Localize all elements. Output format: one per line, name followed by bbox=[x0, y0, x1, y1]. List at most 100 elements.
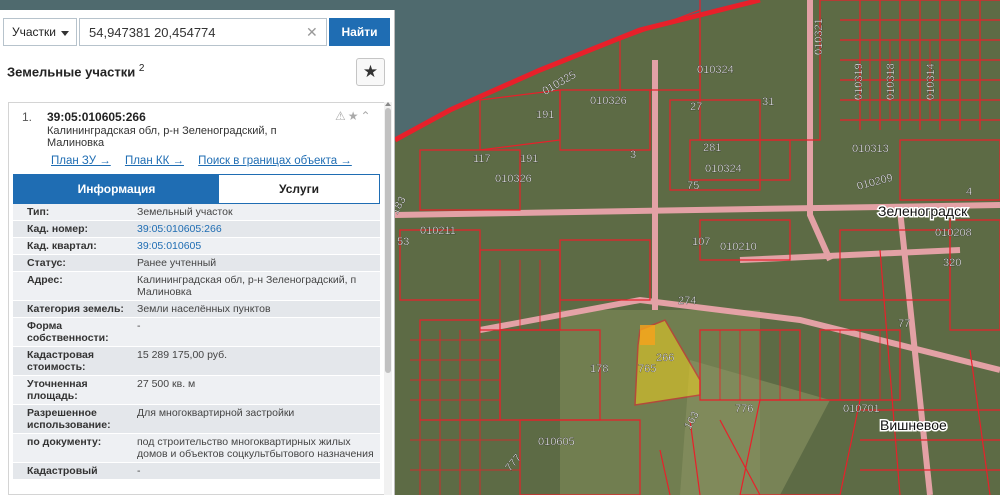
svg-text:320: 320 bbox=[943, 257, 961, 269]
find-button[interactable]: Найти bbox=[329, 18, 390, 46]
card-actions: ⚠★⌃ bbox=[335, 109, 373, 123]
svg-text:010210: 010210 bbox=[720, 241, 757, 253]
result-count: 2 bbox=[138, 63, 145, 74]
result-address: Калининградская обл, р-н Зеленоградский,… bbox=[47, 125, 277, 149]
svg-text:010208: 010208 bbox=[935, 227, 972, 239]
table-row: Форма собственности: - bbox=[13, 318, 380, 347]
svg-text:107: 107 bbox=[692, 236, 710, 248]
star-icon: ★ bbox=[362, 62, 379, 81]
svg-text:776: 776 bbox=[735, 403, 753, 415]
row-key: Тип: bbox=[27, 206, 50, 218]
table-row: Кад. номер: 39:05:010605:266 bbox=[13, 221, 380, 238]
svg-text:77: 77 bbox=[898, 318, 910, 330]
svg-text:010211: 010211 bbox=[420, 225, 456, 237]
svg-text:4: 4 bbox=[966, 186, 972, 198]
row-key: Форма собственности: bbox=[27, 320, 109, 344]
row-value: Для многоквартирной застройки bbox=[137, 407, 295, 419]
row-key: Кад. номер: bbox=[27, 223, 89, 235]
svg-text:Вишневое: Вишневое bbox=[880, 417, 947, 433]
plan-kk-link[interactable]: План КК → bbox=[125, 155, 184, 167]
star-icon[interactable]: ★ bbox=[348, 109, 361, 123]
svg-text:010605: 010605 bbox=[538, 436, 575, 448]
tab-services[interactable]: Услуги bbox=[219, 175, 379, 203]
coordinates-search-input[interactable] bbox=[79, 18, 327, 46]
svg-text:010324: 010324 bbox=[705, 163, 742, 175]
svg-text:191: 191 bbox=[536, 109, 554, 121]
svg-text:75: 75 bbox=[687, 180, 699, 192]
table-row: Адрес: Калининградская обл, р-н Зеленогра… bbox=[13, 272, 380, 301]
chevron-down-icon bbox=[61, 31, 69, 36]
row-key: Кад. квартал: bbox=[27, 240, 97, 252]
row-value: - bbox=[137, 465, 141, 477]
table-row: Категория земель: Земли населённых пункто… bbox=[13, 301, 380, 318]
table-row: Кадастровый - bbox=[13, 463, 380, 480]
svg-text:010313: 010313 bbox=[852, 143, 889, 155]
svg-text:010319: 010319 bbox=[853, 63, 865, 100]
row-value: Земли населённых пунктов bbox=[137, 303, 271, 315]
svg-text:117: 117 bbox=[473, 153, 491, 165]
svg-text:27: 27 bbox=[690, 101, 702, 113]
svg-text:010701: 010701 bbox=[843, 403, 880, 415]
clear-icon[interactable]: ✕ bbox=[306, 24, 318, 41]
cad-number-link[interactable]: 39:05:010605:266 bbox=[133, 221, 380, 237]
row-key: Кадастровый bbox=[27, 465, 98, 477]
section-title-text: Земельные участки bbox=[7, 64, 136, 80]
result-card: 1. 39:05:010605:266 Калининградская обл,… bbox=[8, 102, 388, 495]
svg-text:266: 266 bbox=[656, 352, 674, 364]
table-row: Тип: Земельный участок bbox=[13, 204, 380, 221]
search-bar: Участки ✕ Найти bbox=[0, 18, 395, 48]
svg-text:178: 178 bbox=[590, 363, 608, 375]
scroll-thumb[interactable] bbox=[385, 108, 391, 373]
svg-text:274: 274 bbox=[678, 295, 696, 307]
tab-information[interactable]: Информация bbox=[14, 175, 219, 203]
svg-text:010324: 010324 bbox=[697, 64, 734, 76]
search-in-bounds-link[interactable]: Поиск в границах объекта → bbox=[198, 155, 352, 167]
result-index: 1. bbox=[22, 110, 33, 124]
table-row: Разрешенное использование: Для многокварт… bbox=[13, 405, 380, 434]
svg-text:010318: 010318 bbox=[885, 63, 897, 100]
svg-text:010321: 010321 bbox=[813, 18, 825, 55]
row-key: Адрес: bbox=[27, 274, 63, 286]
table-row: Статус: Ранее учтенный bbox=[13, 255, 380, 272]
row-value: - bbox=[137, 320, 141, 332]
svg-text:53: 53 bbox=[397, 236, 409, 248]
cad-quarter-link[interactable]: 39:05:010605 bbox=[133, 238, 380, 254]
table-row: по документу: под строительство многоквар… bbox=[13, 434, 380, 463]
result-tabs: Информация Услуги bbox=[13, 174, 380, 204]
svg-text:31: 31 bbox=[762, 96, 774, 108]
svg-text:010326: 010326 bbox=[495, 173, 532, 185]
result-links: План ЗУ → План КК → Поиск в границах объ… bbox=[51, 155, 363, 167]
svg-text:281: 281 bbox=[703, 142, 721, 154]
search-type-label: Участки bbox=[12, 25, 56, 39]
svg-text:191: 191 bbox=[520, 153, 538, 165]
search-type-select[interactable]: Участки bbox=[3, 18, 77, 46]
table-row: Кадастровая стоимость: 15 289 175,00 руб. bbox=[13, 347, 380, 376]
result-cad-number[interactable]: 39:05:010605:266 bbox=[47, 110, 146, 124]
scroll-up-icon[interactable] bbox=[385, 102, 391, 106]
row-value: под строительство многоквартирных жилых … bbox=[137, 436, 374, 460]
row-value: Калининградская обл, р-н Зеленоградский,… bbox=[137, 274, 357, 298]
row-key: Кадастровая стоимость: bbox=[27, 349, 94, 373]
table-row: Уточненная площадь: 27 500 кв. м bbox=[13, 376, 380, 405]
section-title: Земельные участки 2 bbox=[7, 63, 144, 79]
svg-text:3: 3 bbox=[630, 149, 636, 161]
row-value: 27 500 кв. м bbox=[137, 378, 196, 390]
table-row: Кад. квартал: 39:05:010605 bbox=[13, 238, 380, 255]
row-value: 15 289 175,00 руб. bbox=[137, 349, 228, 361]
row-value: Ранее учтенный bbox=[137, 257, 217, 269]
favorite-button[interactable]: ★ bbox=[356, 58, 385, 86]
card-scrollbar[interactable] bbox=[384, 102, 392, 495]
svg-text:765: 765 bbox=[638, 363, 656, 375]
plan-zu-link[interactable]: План ЗУ → bbox=[51, 155, 111, 167]
row-key: Категория земель: bbox=[27, 303, 124, 315]
row-key: Уточненная площадь: bbox=[27, 378, 88, 402]
svg-text:010314: 010314 bbox=[925, 63, 937, 100]
row-key: по документу: bbox=[27, 436, 102, 448]
svg-text:010326: 010326 bbox=[590, 95, 627, 107]
row-value: Земельный участок bbox=[137, 206, 233, 218]
chevron-up-icon[interactable]: ⌃ bbox=[361, 109, 373, 123]
row-key: Разрешенное использование: bbox=[27, 407, 111, 431]
warning-icon[interactable]: ⚠ bbox=[335, 109, 348, 123]
info-table: Тип: Земельный участок Кад. номер: 39:05:0… bbox=[13, 204, 380, 480]
row-key: Статус: bbox=[27, 257, 66, 269]
